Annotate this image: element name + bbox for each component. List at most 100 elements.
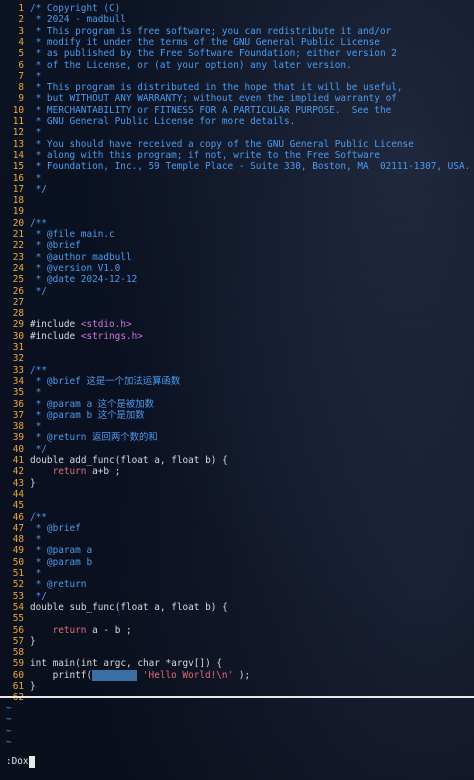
code-line[interactable]: 5 * as published by the Free Software Fo… [0, 48, 474, 59]
punct-token: { [222, 455, 228, 466]
code-line[interactable]: 57} [0, 636, 474, 647]
line-number: 52 [12, 579, 24, 591]
keyword-token: double [30, 601, 64, 613]
identifier-token: argv [171, 658, 194, 670]
punct-token: - [103, 624, 110, 636]
code-line[interactable]: 7 * [0, 71, 474, 82]
code-line[interactable]: 43} [0, 478, 474, 489]
comment-text: * as published by the Free Software Foun… [30, 48, 397, 60]
comment-text: * This program is free software; you can… [30, 25, 392, 37]
line-number: 42 [12, 466, 24, 478]
code-line[interactable]: 33 /** [0, 365, 474, 376]
code-line[interactable]: 35 * [0, 387, 474, 398]
code-line[interactable]: 56 return a - b ; [0, 625, 474, 636]
comment-text: * @param b 这个是加数 [30, 409, 145, 421]
code-line[interactable]: 38 * [0, 421, 474, 432]
code-line[interactable]: 51 * [0, 568, 474, 579]
code-line[interactable]: 48 * [0, 534, 474, 545]
code-line[interactable]: 59 int main(int argc, char *argv[]) { [0, 658, 474, 669]
line-number: 18 [12, 195, 24, 207]
code-line[interactable]: 18 [0, 195, 474, 206]
code-line[interactable]: 47 * @brief [0, 523, 474, 534]
punct-token: ) [210, 601, 217, 613]
code-line[interactable]: 29 #include <stdio.h> [0, 319, 474, 330]
line-number: 58 [12, 647, 24, 659]
include-path: <stdio.h> [80, 319, 132, 331]
comment-text: * @version V1.0 [30, 262, 121, 274]
code-line[interactable]: 12 * [0, 127, 474, 138]
code-line[interactable]: 41 double add_func(float a, float b) { [0, 455, 474, 466]
code-line[interactable]: 61} [0, 681, 474, 692]
punct-token: { [216, 658, 223, 670]
code-line[interactable]: 21 * @file main.c [0, 229, 474, 240]
code-editor[interactable]: 1/* Copyright (C) 2 * 2024 - madbull 3 * T… [0, 0, 474, 703]
code-line[interactable]: 45 [0, 500, 474, 511]
line-number: 20 [12, 217, 24, 229]
code-line[interactable]: 8 * This program is distributed in the h… [0, 82, 474, 93]
code-line[interactable]: 13 * You should have received a copy of … [0, 139, 474, 150]
comment-text: * You should have received a copy of the… [30, 138, 414, 150]
line-number: 30 [12, 330, 24, 342]
keyword-token: int [80, 658, 98, 670]
tilde-marker: ~ [6, 703, 12, 714]
code-line[interactable]: 36 * @param a 这个是被加数 [0, 399, 474, 410]
code-line[interactable]: 11 * GNU General Public License for more… [0, 116, 474, 127]
code-line[interactable]: 10 * MERCHANTABILITY or FITNESS FOR A PA… [0, 105, 474, 116]
code-line[interactable]: 24 * @version V1.0 [0, 263, 474, 274]
comment-text: * @author madbull [30, 251, 132, 263]
line-number: 36 [12, 398, 24, 410]
code-line[interactable]: 9 * but WITHOUT ANY WARRANTY; without ev… [0, 93, 474, 104]
code-line[interactable]: 25 * @date 2024-12-12 [0, 274, 474, 285]
code-line[interactable]: 42 return a+b ; [0, 466, 474, 477]
code-line[interactable]: 15 * Foundation, Inc., 59 Temple Place -… [0, 161, 474, 172]
code-line[interactable]: 20 /** [0, 218, 474, 229]
line-number: 32 [12, 353, 24, 365]
code-line[interactable]: 27 [0, 297, 474, 308]
code-line[interactable]: 37 * @param b 这个是加数 [0, 410, 474, 421]
code-line[interactable]: 54 double sub_func(float a, float b) { [0, 602, 474, 613]
code-line[interactable]: 19 [0, 206, 474, 217]
code-line[interactable]: 31 [0, 342, 474, 353]
code-line[interactable]: 26 */ [0, 286, 474, 297]
punct-token: ); [233, 669, 251, 681]
punct-token: } [30, 681, 36, 692]
code-line[interactable]: 60 printf( 'Hello World!\n' ); [0, 669, 474, 681]
code-line[interactable]: 6 * of the License, or (at your option) … [0, 60, 474, 71]
comment-text: * @brief [30, 240, 81, 252]
comment-text: * @return 返回两个数的和 [30, 432, 158, 444]
text-cursor [28, 755, 35, 768]
code-line[interactable]: 17 */ [0, 184, 474, 195]
code-line[interactable]: 22 * @brief [0, 240, 474, 251]
code-line[interactable]: 55 [0, 613, 474, 624]
line-number: 40 [12, 443, 24, 455]
code-line[interactable]: 1 /* Copyright (C) [0, 3, 474, 14]
code-line[interactable]: 14 * along with this program; if not, wr… [0, 150, 474, 161]
code-line[interactable]: 28 [0, 308, 474, 319]
code-line[interactable]: 16 * [0, 173, 474, 184]
code-line[interactable]: 34 * @brief 这是一个加法运算函数 [0, 376, 474, 387]
code-line[interactable]: 53 */ [0, 591, 474, 602]
line-number: 59 [12, 658, 24, 670]
code-line[interactable]: 30 #include <strings.h> [0, 331, 474, 342]
punct-token: ; [126, 624, 132, 636]
code-line[interactable]: 2 * 2024 - madbull [0, 14, 474, 25]
line-number: 61 [12, 681, 24, 692]
code-line[interactable]: 39 * @return 返回两个数的和 [0, 432, 474, 443]
code-line[interactable]: 49 * @param a [0, 545, 474, 556]
keyword-token: double [30, 455, 64, 466]
code-line[interactable]: 50 * @param b [0, 557, 474, 568]
code-line[interactable]: 46 /** [0, 512, 474, 523]
code-line[interactable]: 44 [0, 489, 474, 500]
code-line[interactable]: 58 [0, 647, 474, 658]
code-line[interactable]: 32 [0, 353, 474, 364]
code-line[interactable]: 4 * modify it under the terms of the GNU… [0, 37, 474, 48]
comment-text: * 2024 - madbull [30, 14, 126, 26]
code-line[interactable]: 40 */ [0, 444, 474, 455]
code-line[interactable]: 52 * @return [0, 579, 474, 590]
command-line[interactable]: :Dox [6, 755, 35, 769]
comment-text: * modify it under the terms of the GNU G… [30, 36, 380, 48]
code-line[interactable]: 3 * This program is free software; you c… [0, 26, 474, 37]
code-line[interactable]: 23 * @author madbull [0, 252, 474, 263]
line-number: 43 [12, 477, 24, 489]
comment-text: * [30, 421, 42, 433]
